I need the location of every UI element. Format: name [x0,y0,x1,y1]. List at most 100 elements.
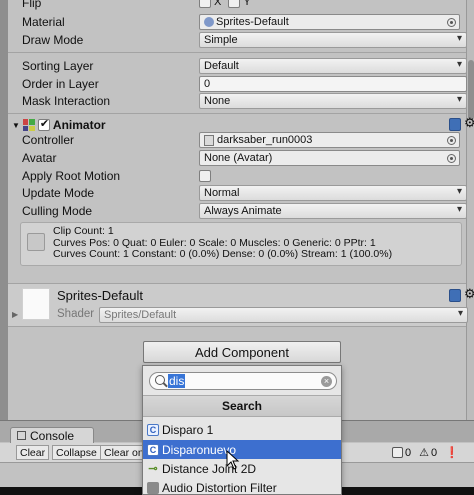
result-label: Audio Distortion Filter [162,480,277,495]
animator-component-icon [22,119,35,131]
apply-root-motion-checkbox[interactable] [199,170,211,182]
collapse-button[interactable]: Collapse [52,445,101,460]
clear-on-play-button[interactable]: Clear on [100,445,148,460]
component-search-input[interactable]: dis × [149,372,337,390]
errors-count: 0 [431,446,438,459]
controller-value: darksaber_run0003 [217,134,313,146]
settings-gear-icon[interactable]: ⚙ [464,286,474,302]
clear-search-icon[interactable]: × [321,376,332,387]
foldout-arrow-icon[interactable]: ▶ [12,310,18,319]
add-component-button[interactable]: Add Component [143,341,341,363]
update-mode-dropdown[interactable]: Normal [199,185,467,201]
result-item-audio-distortion-filter[interactable]: Audio Distortion Filter [143,478,341,495]
result-item-disparonuevo[interactable]: C Disparonuevo [143,440,341,459]
sorting-layer-dropdown[interactable]: Default [199,58,467,74]
material-label: Material [22,15,65,29]
script-icon: C [147,443,159,456]
warnings-count: 0 [405,446,412,459]
help-book-icon[interactable] [449,118,461,131]
material-panel-name: Sprites-Default [57,288,143,303]
update-mode-value: Normal [204,187,240,199]
console-tab-label: Console [30,428,75,443]
divider [8,113,466,114]
object-picker-icon[interactable] [447,18,456,27]
scrollbar-thumb[interactable] [468,60,474,120]
search-results-header: Search [143,395,341,417]
search-header-label: Search [221,399,263,413]
material-field[interactable]: Sprites-Default [199,14,460,30]
sorting-layer-label: Sorting Layer [22,59,94,73]
result-label: Disparonuevo [162,442,237,457]
animator-info-box: Clip Count: 1 Curves Pos: 0 Quat: 0 Eule… [20,222,462,266]
animator-title: Animator [52,118,106,132]
search-value: dis [168,374,186,388]
draw-mode-label: Draw Mode [22,33,84,47]
error-icon[interactable]: ❗ [445,446,459,459]
controller-label: Controller [22,133,75,147]
shader-label: Shader [57,308,95,320]
joint-icon: ⊸ [148,463,158,475]
material-value: Sprites-Default [216,16,289,28]
flip-y-label: Y [243,0,251,8]
flip-label: Flip [22,0,42,10]
order-in-layer-label: Order in Layer [22,77,99,91]
add-component-popup: dis × Search C Disparo 1 C Disparonuevo … [142,365,342,495]
collapse-label: Collapse [56,446,97,459]
curves-count-text: Curves Count: 1 Constant: 0 (0.0%) Dense… [53,248,393,260]
result-item-distance-joint-2d[interactable]: ⊸ Distance Joint 2D [143,459,341,478]
help-book-icon[interactable] [449,289,461,302]
audio-filter-icon [147,481,159,494]
object-picker-icon[interactable] [447,136,456,145]
flip-y-checkbox[interactable] [228,0,241,8]
add-component-label: Add Component [195,344,289,360]
flip-x-checkbox[interactable] [199,0,211,8]
result-label: Distance Joint 2D [162,461,257,476]
draw-mode-dropdown[interactable]: Simple [199,32,467,48]
mask-interaction-value: None [204,95,231,107]
avatar-field[interactable]: None (Avatar) [199,150,460,166]
shader-dropdown[interactable]: Sprites/Default [99,307,468,323]
avatar-value: None (Avatar) [204,152,273,164]
material-icon [204,17,214,27]
flip-x-label: X [214,0,222,8]
warning-icon[interactable]: ⚠ [419,446,429,459]
animator-controller-icon [204,134,214,146]
apply-root-motion-row: Apply Root Motion [22,167,466,185]
clear-button[interactable]: Clear [16,445,50,460]
mask-interaction-label: Mask Interaction [22,94,111,108]
search-icon [155,375,165,385]
foldout-arrow-icon[interactable]: ▼ [12,121,20,130]
info-count-icon[interactable] [392,447,403,458]
controller-field[interactable]: darksaber_run0003 [199,132,460,148]
culling-mode-value: Always Animate [204,205,282,217]
mouse-cursor-icon [226,450,240,470]
divider [8,52,466,53]
sorting-layer-value: Default [204,60,239,72]
order-in-layer-value: 0 [204,78,211,90]
result-label: Disparo 1 [162,422,214,437]
clear-label: Clear [20,446,46,459]
tab-console[interactable]: Console [10,427,94,443]
script-icon: C [147,423,159,436]
object-picker-icon[interactable] [447,154,456,163]
clip-count-text: Clip Count: 1 [53,225,114,237]
inspector-scrollbar[interactable] [466,0,474,420]
clear-on-play-label: Clear on [104,446,144,459]
flip-toggles: X Y [199,0,251,8]
console-counters: 0 ⚠ 0 ❗ [392,446,459,459]
avatar-label: Avatar [22,151,57,165]
culling-mode-dropdown[interactable]: Always Animate [199,203,467,219]
info-icon [27,233,45,251]
order-in-layer-input[interactable]: 0 [199,76,467,92]
material-preview-thumbnail [22,288,50,320]
animator-enabled-checkbox[interactable]: ✔ [37,118,50,131]
culling-mode-label: Culling Mode [22,204,93,218]
settings-gear-icon[interactable]: ⚙ [464,115,474,131]
shader-value: Sprites/Default [104,309,177,321]
mask-interaction-dropdown[interactable]: None [199,93,467,109]
result-item-disparo-1[interactable]: C Disparo 1 [143,420,341,439]
left-panel-edge [0,0,8,420]
draw-mode-value: Simple [204,34,238,46]
update-mode-label: Update Mode [22,186,95,200]
console-icon [17,431,26,440]
